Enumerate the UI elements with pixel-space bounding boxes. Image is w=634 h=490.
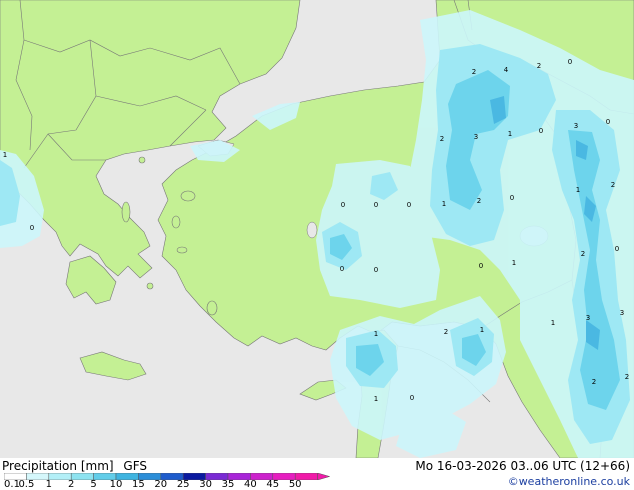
legend-tick-label: 1 <box>45 479 52 490</box>
lesbos-land <box>180 190 196 202</box>
euboea-land <box>121 201 131 223</box>
value-label: 0 <box>340 265 344 273</box>
value-label: 1 <box>374 330 378 338</box>
value-label: 0 <box>341 201 345 209</box>
value-label: 1 <box>512 259 516 267</box>
value-label: 0 <box>407 201 411 209</box>
thasos-land <box>138 156 146 164</box>
map-footer: Precipitation [mm] GFS Mo 16-03-2026 03.… <box>0 458 634 490</box>
legend-tick-label: 0.5 <box>18 479 35 490</box>
legend-tick-label: 40 <box>244 479 257 490</box>
legend-tick-label: 50 <box>288 479 302 490</box>
value-label: 2 <box>440 135 444 143</box>
value-label: 0 <box>374 201 378 209</box>
chios-land <box>171 215 181 229</box>
legend-tick-label: 45 <box>266 479 280 490</box>
legend-tick-label: 10 <box>109 479 123 490</box>
value-label: 3 <box>474 133 478 141</box>
title-row: Precipitation [mm] GFS <box>2 459 147 473</box>
value-label: 2 <box>477 197 481 205</box>
value-label: 2 <box>625 373 629 381</box>
value-label: 3 <box>620 309 624 317</box>
value-label: 0 <box>30 224 34 232</box>
product-title: Precipitation [mm] <box>2 459 114 473</box>
legend-tick-label: 5 <box>90 479 97 490</box>
value-label: 1 <box>480 326 484 334</box>
naxos-land <box>146 282 154 290</box>
value-label: 1 <box>3 151 7 159</box>
value-label: 1 <box>551 319 555 327</box>
value-label: 2 <box>537 62 541 70</box>
colorbar-arrow <box>317 473 331 480</box>
legend-tick-label: 2 <box>68 479 75 490</box>
value-label: 0 <box>615 245 619 253</box>
legend-colorbar <box>4 473 331 480</box>
value-label: 0 <box>539 127 543 135</box>
value-label: 3 <box>574 122 578 130</box>
value-label: 0 <box>606 118 610 126</box>
value-label: 1 <box>508 130 512 138</box>
value-label: 0 <box>510 194 514 202</box>
legend-tick-label: 25 <box>176 479 190 490</box>
value-label: 2 <box>581 250 585 258</box>
value-label: 3 <box>586 314 590 322</box>
legend-tick-label: 35 <box>221 479 235 490</box>
value-label: 1 <box>374 395 378 403</box>
value-label: 0 <box>479 262 483 270</box>
model-name: GFS <box>123 459 147 473</box>
value-label: 2 <box>472 68 476 76</box>
legend-tick-label: 20 <box>154 479 168 490</box>
precipitation-map: 2 4 2 0 3 0 2 3 1 0 1 2 0 0 0 1 2 0 0 2 0 0 0 0 1 3 3 1 1 2 1 1 2 2 1 0 <box>0 0 634 458</box>
value-label: 2 <box>611 181 615 189</box>
samos-land <box>176 246 188 254</box>
value-label: 2 <box>592 378 596 386</box>
value-label: 1 <box>442 200 446 208</box>
lake-tuz <box>306 221 318 239</box>
legend-tick-label: 30 <box>199 479 212 490</box>
credit-text: ©weatheronline.co.uk <box>507 475 630 488</box>
rhodes-land <box>206 300 218 316</box>
value-label: 2 <box>444 328 448 336</box>
run-time: Mo 16-03-2026 03..06 UTC (12+66) <box>415 459 630 473</box>
legend-tick-label: 15 <box>132 479 145 490</box>
value-label: 0 <box>568 58 572 66</box>
value-label: 4 <box>504 66 509 74</box>
value-label: 0 <box>410 394 414 402</box>
value-label: 0 <box>374 266 378 274</box>
value-label: 1 <box>576 186 580 194</box>
